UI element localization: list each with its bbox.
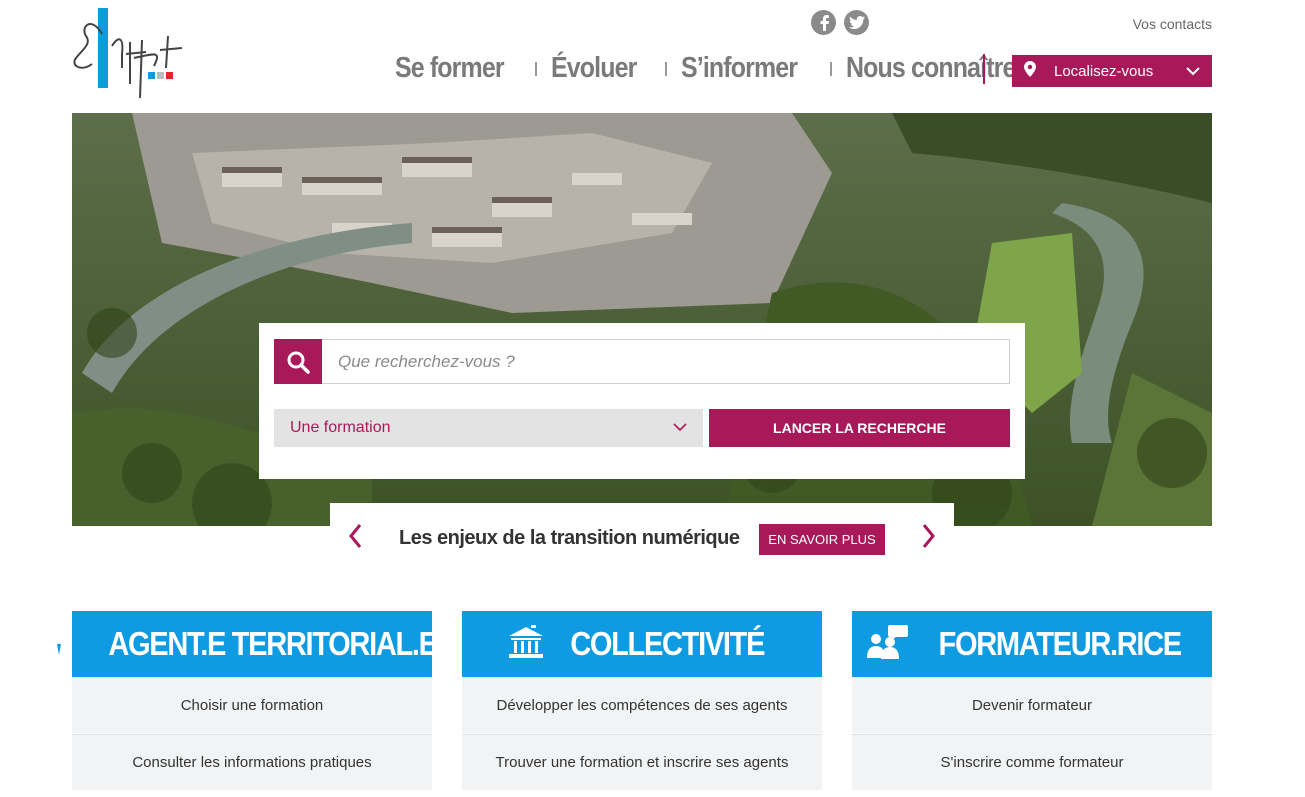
facebook-icon[interactable] <box>811 10 836 35</box>
localize-label: Localisez-vous <box>1054 62 1154 80</box>
twitter-icon[interactable] <box>844 10 869 35</box>
card-formateur-header[interactable]: FORMATEUR.RICE <box>852 611 1212 677</box>
card-collectivite-header[interactable]: COLLECTIVITÉ <box>462 611 822 677</box>
agent-icon <box>44 625 74 664</box>
launch-search-button[interactable]: LANCER LA RECHERCHE <box>709 409 1010 447</box>
card-formateur-link-2[interactable]: S'inscrire comme formateur <box>852 734 1212 791</box>
chevron-left-icon[interactable] <box>348 523 362 554</box>
search-input[interactable] <box>322 339 1010 384</box>
social-links <box>811 10 869 35</box>
location-pin-icon <box>1024 61 1036 81</box>
card-formateur-link-1[interactable]: Devenir formateur <box>852 677 1212 734</box>
card-collectivite: COLLECTIVITÉ Développer les compétences … <box>462 611 822 791</box>
card-agent-header[interactable]: AGENT.E TERRITORIAL.E <box>46 611 438 677</box>
search-icon <box>287 351 310 374</box>
nav-separator <box>664 61 667 76</box>
nav-separator <box>535 61 538 76</box>
chevron-right-icon[interactable] <box>922 523 936 554</box>
slide-title: Les enjeux de la transition numérique <box>399 527 740 549</box>
card-agent: AGENT.E TERRITORIAL.E Choisir une format… <box>46 611 438 791</box>
search-type-select[interactable]: Une formation <box>274 409 703 447</box>
contacts-link[interactable]: Vos contacts <box>1133 16 1212 32</box>
card-formateur-title: FORMATEUR.RICE <box>938 625 1183 662</box>
card-collectivite-link-1[interactable]: Développer les compétences de ses agents <box>462 677 822 734</box>
nav-item-nous-connaitre[interactable]: Nous connaître <box>846 52 1016 85</box>
nav-item-s-informer[interactable]: S’informer <box>681 52 798 85</box>
localize-dropdown[interactable]: Localisez-vous <box>1012 55 1212 87</box>
nav-item-evoluer[interactable]: Évoluer <box>551 52 637 85</box>
search-panel: Une formation LANCER LA RECHERCHE <box>259 323 1025 479</box>
nav-divider <box>983 54 985 84</box>
card-collectivite-link-2[interactable]: Trouver une formation et inscrire ses ag… <box>462 734 822 791</box>
card-agent-title: AGENT.E TERRITORIAL.E <box>108 625 439 662</box>
learn-more-button[interactable]: EN SAVOIR PLUS <box>759 524 885 555</box>
search-type-value: Une formation <box>290 419 391 436</box>
chevron-down-icon <box>1186 63 1200 80</box>
nav-separator <box>829 61 832 76</box>
main-nav: Se former Évoluer S’informer Nous connaî… <box>395 52 1043 85</box>
card-formateur: FORMATEUR.RICE Devenir formateur S'inscr… <box>852 611 1212 791</box>
news-slider: Les enjeux de la transition numérique EN… <box>330 503 954 578</box>
card-agent-link-1[interactable]: Choisir une formation <box>72 677 432 734</box>
card-collectivite-title: COLLECTIVITÉ <box>570 625 765 662</box>
search-button[interactable] <box>274 339 322 384</box>
trainer-icon <box>866 624 910 664</box>
cnfpt-logo[interactable] <box>72 6 187 99</box>
chevron-down-icon <box>673 419 687 437</box>
card-agent-link-2[interactable]: Consulter les informations pratiques <box>72 734 432 791</box>
nav-item-se-former[interactable]: Se former <box>395 52 505 85</box>
building-icon <box>507 624 545 664</box>
